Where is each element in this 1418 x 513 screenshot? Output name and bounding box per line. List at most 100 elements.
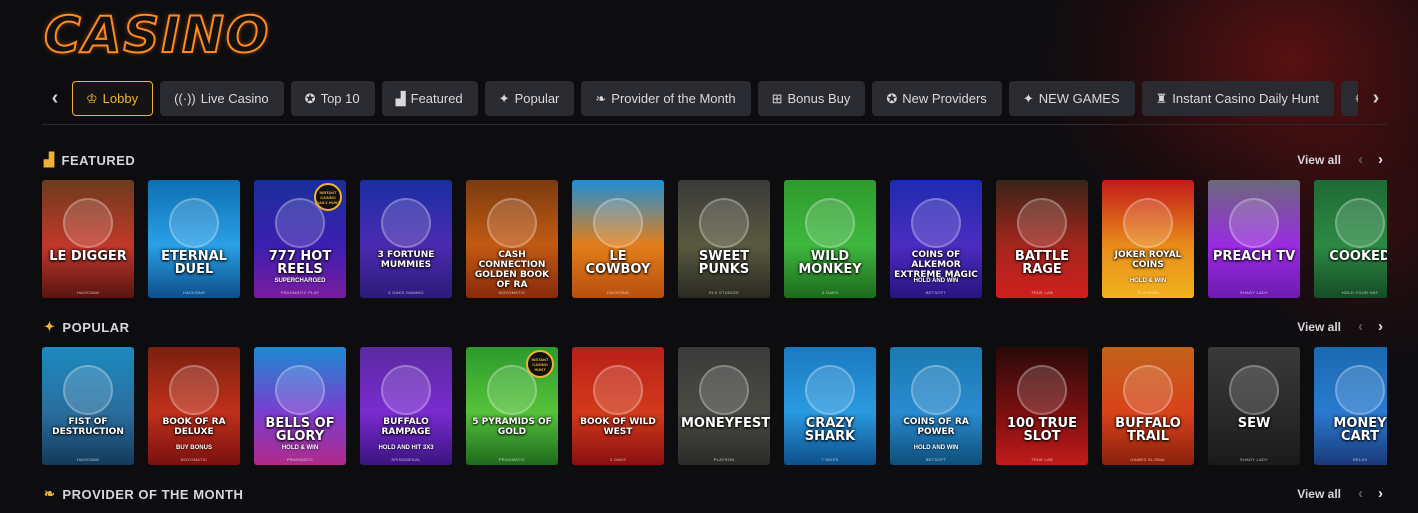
game-card[interactable]: MONEY CART RELAX bbox=[1314, 347, 1387, 465]
game-provider: HACKSAW bbox=[182, 290, 206, 295]
tab-lobby[interactable]: ♔ Lobby bbox=[72, 81, 154, 116]
tab-label: New Providers bbox=[902, 91, 987, 106]
view-all-link[interactable]: View all bbox=[1297, 487, 1341, 501]
game-card[interactable]: BUFFALO TRAIL GAMES GLOBAL bbox=[1102, 347, 1194, 465]
game-subtitle: HOLD AND HIT 3X3 bbox=[378, 445, 434, 451]
tabs-row: ♔ Lobby ((·)) Live Casino ✪ Top 10 ▟ Featured ✦ P… bbox=[72, 81, 1358, 116]
game-card[interactable]: FIST OF DESTRUCTION HACKSAW bbox=[42, 347, 134, 465]
game-card[interactable]: INSTANT CASINO DAILY HUNT 777 HOT REELS SU… bbox=[254, 180, 346, 298]
cards-row: FIST OF DESTRUCTION HACKSAW BOOK OF RA DEL… bbox=[42, 347, 1387, 465]
game-title: MONEY CART bbox=[1333, 416, 1387, 444]
tab-live-casino[interactable]: ((·)) Live Casino bbox=[160, 81, 284, 116]
game-artwork bbox=[593, 365, 643, 415]
game-card[interactable]: JOKER ROYAL COINS HOLD & WIN PLAYSON bbox=[1102, 180, 1194, 298]
game-title: 3 FORTUNE MUMMIES bbox=[377, 250, 435, 270]
game-provider: BETSOFT bbox=[925, 290, 947, 295]
sparkle-icon: ✦ bbox=[44, 319, 56, 334]
chevron-right-icon[interactable]: › bbox=[1378, 485, 1383, 502]
tab-new-providers[interactable]: ✪ New Providers bbox=[872, 81, 1002, 116]
chevron-right-icon[interactable]: › bbox=[1378, 151, 1383, 168]
game-artwork bbox=[381, 198, 431, 248]
game-card[interactable]: MONEYFEST PLAYSON bbox=[678, 347, 770, 465]
game-card[interactable]: BATTLE RAGE TRUE LAB bbox=[996, 180, 1088, 298]
view-all-link[interactable]: View all bbox=[1297, 320, 1341, 334]
game-title: WILD MONKEY bbox=[798, 249, 862, 277]
game-card[interactable]: BOOK OF RA DELUXE BUY BONUS NOVOMATIC bbox=[148, 347, 240, 465]
bar-chart-icon: ▟ bbox=[395, 90, 406, 106]
tab-new-games[interactable]: ✦ NEW GAMES bbox=[1008, 81, 1135, 116]
game-artwork bbox=[63, 365, 113, 415]
game-artwork bbox=[699, 198, 749, 248]
game-card[interactable]: BELLS OF GLORY HOLD & WIN PRAGMATIC bbox=[254, 347, 346, 465]
casino-logo: CASINO bbox=[43, 5, 271, 65]
tab-label: Featured bbox=[410, 91, 463, 106]
tab-popular[interactable]: ✦ Popular bbox=[484, 81, 575, 116]
game-card[interactable]: COOKED HOLD YOUR HAT bbox=[1314, 180, 1387, 298]
tab-label: Provider of the Month bbox=[611, 91, 736, 106]
tab-live[interactable]: ✺Live bbox=[1340, 81, 1358, 116]
game-artwork bbox=[169, 198, 219, 248]
game-provider: PRAGMATIC bbox=[498, 457, 526, 462]
divider bbox=[42, 124, 1387, 125]
cards-row: LE DIGGER HACKSAW ETERNAL DUEL HACKSAW INSTA… bbox=[42, 180, 1387, 298]
section-title-label: FEATURED bbox=[61, 152, 136, 168]
game-card[interactable]: 3 FORTUNE MUMMIES 3 OAKS GAMING bbox=[360, 180, 452, 298]
chevron-right-icon[interactable]: › bbox=[1378, 318, 1383, 335]
chip-icon: ✺ bbox=[1355, 91, 1358, 107]
game-provider: TRUE LAB bbox=[1031, 290, 1053, 295]
game-card[interactable]: 100 TRUE SLOT TRUE LAB bbox=[996, 347, 1088, 465]
tab-label: Top 10 bbox=[320, 91, 360, 106]
game-card[interactable]: SWEET PUNKS ELK STUDIOS bbox=[678, 180, 770, 298]
game-title: JOKER ROYAL COINS bbox=[1114, 250, 1182, 270]
game-card[interactable]: LE DIGGER HACKSAW bbox=[42, 180, 134, 298]
game-artwork bbox=[1335, 198, 1385, 248]
trophy-icon: ♜ bbox=[1155, 90, 1168, 106]
game-card[interactable]: SEW SHADY LADY bbox=[1208, 347, 1300, 465]
game-card[interactable]: COINS OF ALKEMOR EXTREME MAGIC HOLD AND W… bbox=[890, 180, 982, 298]
game-artwork bbox=[1123, 198, 1173, 248]
game-provider: HACKSAW bbox=[76, 457, 100, 462]
game-provider: PLAYSON bbox=[713, 457, 735, 462]
tab-featured[interactable]: ▟ Featured bbox=[381, 81, 478, 116]
game-card[interactable]: LE COWBOY HACKSAW bbox=[572, 180, 664, 298]
chevron-left-icon[interactable]: ‹ bbox=[1358, 318, 1363, 335]
tab-bonus-buy[interactable]: ⊞ Bonus Buy bbox=[757, 81, 866, 116]
game-subtitle: HOLD & WIN bbox=[281, 445, 319, 451]
game-artwork bbox=[381, 365, 431, 415]
tab-instant-casino-daily-hunt[interactable]: ♜ Instant Casino Daily Hunt bbox=[1141, 81, 1334, 116]
game-card[interactable]: COINS OF RA POWER HOLD AND WIN BETSOFT bbox=[890, 347, 982, 465]
handshake-icon: ❧ bbox=[44, 486, 56, 501]
game-card[interactable]: BUFFALO RAMPAGE HOLD AND HIT 3X3 SPINOMENA… bbox=[360, 347, 452, 465]
game-provider: BETSOFT bbox=[925, 457, 947, 462]
view-all-link[interactable]: View all bbox=[1297, 153, 1341, 167]
game-card[interactable]: INSTANT CASINO HUNT 5 PYRAMIDS OF GOLD PRA… bbox=[466, 347, 558, 465]
game-artwork bbox=[805, 198, 855, 248]
game-artwork bbox=[1335, 365, 1385, 415]
game-artwork bbox=[699, 365, 749, 415]
game-title: BUFFALO RAMPAGE bbox=[381, 417, 431, 437]
game-card[interactable]: CASH CONNECTION GOLDEN BOOK OF RA NOVOMAT… bbox=[466, 180, 558, 298]
game-title: COINS OF ALKEMOR EXTREME MAGIC bbox=[894, 250, 978, 280]
tab-label: Lobby bbox=[102, 91, 139, 106]
game-card[interactable]: WILD MONKEY 3 OAKS bbox=[784, 180, 876, 298]
tab-provider-of-the-month[interactable]: ❧ Provider of the Month bbox=[581, 81, 751, 116]
game-title: ETERNAL DUEL bbox=[161, 249, 227, 277]
game-title: CASH CONNECTION GOLDEN BOOK OF RA bbox=[474, 250, 550, 290]
game-provider: 3 OAKS bbox=[609, 457, 627, 462]
game-title: SEW bbox=[1237, 416, 1271, 431]
game-card[interactable]: ETERNAL DUEL HACKSAW bbox=[148, 180, 240, 298]
daily-hunt-badge: INSTANT CASINO DAILY HUNT bbox=[314, 183, 342, 211]
chevron-left-icon[interactable]: ‹ bbox=[1358, 485, 1363, 502]
chevron-right-icon[interactable]: › bbox=[1365, 81, 1387, 116]
game-provider: SHADY LADY bbox=[1239, 457, 1269, 462]
game-card[interactable]: PREACH TV SHADY LADY bbox=[1208, 180, 1300, 298]
chevron-left-icon[interactable]: ‹ bbox=[44, 81, 66, 116]
game-card[interactable]: BOOK OF WILD WEST 3 OAKS bbox=[572, 347, 664, 465]
medal-icon: ✪ bbox=[304, 90, 316, 106]
game-title: CRAZY SHARK bbox=[804, 416, 856, 444]
bar-chart-icon: ▟ bbox=[44, 152, 55, 167]
game-card[interactable]: CRAZY SHARK 7 SKIES bbox=[784, 347, 876, 465]
game-provider: HACKSAW bbox=[76, 290, 100, 295]
chevron-left-icon[interactable]: ‹ bbox=[1358, 151, 1363, 168]
tab-top-10[interactable]: ✪ Top 10 bbox=[290, 81, 375, 116]
